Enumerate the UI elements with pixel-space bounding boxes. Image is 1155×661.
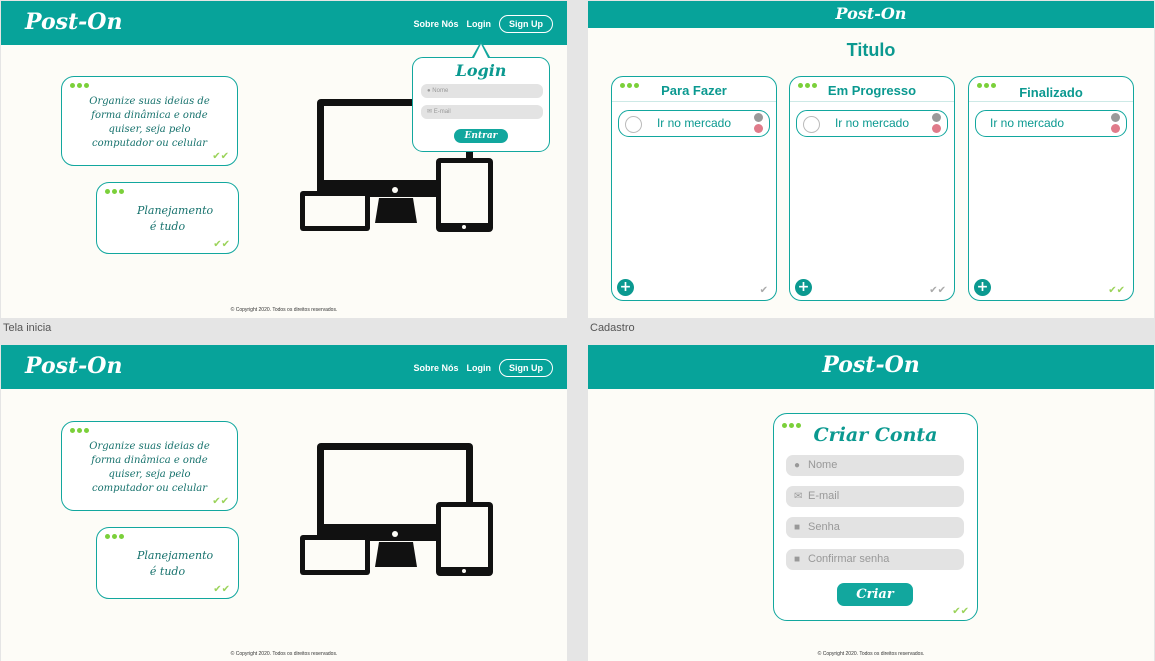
info-card: Organize suas ideias de forma dinâmica e… — [61, 421, 238, 511]
add-task-button[interactable]: + — [795, 279, 812, 296]
task-text: Ir no mercado — [990, 116, 1065, 130]
name-field[interactable]: ● Nome — [786, 455, 964, 476]
login-email-input[interactable]: ✉ E-mail — [421, 105, 543, 119]
nav-login-link[interactable]: Login — [467, 363, 492, 373]
popup-pointer-inner — [474, 44, 488, 58]
devices-illustration — [300, 443, 493, 576]
mail-icon: ✉ — [794, 491, 803, 502]
header: Post-On Sobre Nós Login Sign Up — [1, 1, 567, 45]
column-todo: Para Fazer Ir no mercado + ✔ — [611, 76, 777, 301]
column-done: Finalizado Ir no mercado + ✔✔ — [968, 76, 1134, 301]
check-icon: ✔✔ — [929, 285, 946, 296]
dots-icon — [105, 534, 124, 539]
status-dot-icon[interactable] — [1111, 124, 1120, 133]
copyright: © Copyright 2020. Todos os direitos rese… — [817, 651, 925, 657]
info-card-text: Organize suas ideias de forma dinâmica e… — [89, 96, 210, 149]
info-card-text: Planejamento é tudo — [137, 204, 214, 233]
copyright: © Copyright 2020. Todos os direitos rese… — [230, 651, 338, 657]
frame-label-signup: Cadastro — [590, 322, 635, 334]
confirm-password-field[interactable]: ■ Confirmar senha — [786, 549, 964, 570]
dots-icon — [105, 189, 124, 194]
logo[interactable]: Post-On — [588, 352, 1154, 378]
column-in-progress: Em Progresso Ir no mercado + ✔✔ — [789, 76, 955, 301]
check-icon: ✔✔ — [212, 496, 229, 507]
user-icon: ● — [794, 460, 801, 471]
task-text: Ir no mercado — [834, 116, 910, 130]
frame-label-home: Tela inicia — [3, 322, 52, 334]
nav-about-link[interactable]: Sobre Nós — [413, 19, 458, 29]
nav-login-link[interactable]: Login — [467, 19, 492, 29]
task-text: Ir no mercado — [656, 116, 732, 130]
status-dot-icon[interactable] — [932, 113, 941, 122]
lock-icon: ■ — [794, 554, 801, 565]
add-task-button[interactable]: + — [974, 279, 991, 296]
check-icon: ✔ — [759, 285, 768, 296]
info-card-text: Planejamento é tudo — [137, 549, 214, 578]
column-title: Para Fazer — [661, 83, 727, 98]
logo[interactable]: Post-On — [588, 4, 1154, 23]
signup-button[interactable]: Sign Up — [499, 359, 553, 377]
header: Post-On Sobre Nós Login Sign Up — [1, 345, 567, 389]
logo[interactable]: Post-On — [25, 353, 122, 379]
info-card: Planejamento é tudo ✔✔ — [96, 527, 239, 599]
create-account-button[interactable]: Criar — [837, 583, 913, 606]
login-name-input[interactable]: ● Nome — [421, 84, 543, 98]
frame-create-account: Post-On Criar Conta ● Nome ✉ E-mail ■ Senha… — [588, 345, 1154, 661]
status-dot-icon[interactable] — [754, 113, 763, 122]
create-account-card: Criar Conta ● Nome ✉ E-mail ■ Senha ■ Confir… — [773, 413, 978, 621]
nav-menu: Sobre Nós Login Sign Up — [413, 359, 553, 377]
check-icon: ✔✔ — [213, 239, 230, 250]
header: Post-On — [588, 345, 1154, 389]
header: Post-On — [588, 1, 1154, 28]
task-card[interactable]: Ir no mercado — [618, 110, 770, 137]
column-title: Em Progresso — [827, 83, 917, 98]
login-submit-button[interactable]: Entrar — [454, 129, 508, 143]
frame-home-login: Post-On Sobre Nós Login Sign Up Organize… — [1, 1, 567, 318]
mail-icon: ✉ — [427, 109, 434, 115]
password-field[interactable]: ■ Senha — [786, 517, 964, 538]
check-icon: ✔✔ — [952, 606, 969, 617]
logo[interactable]: Post-On — [25, 9, 122, 35]
add-task-button[interactable]: + — [617, 279, 634, 296]
email-field[interactable]: ✉ E-mail — [786, 486, 964, 507]
nav-menu: Sobre Nós Login Sign Up — [413, 15, 553, 33]
login-popup-title: Login — [455, 61, 507, 80]
status-dot-icon[interactable] — [932, 124, 941, 133]
status-dot-icon[interactable] — [754, 124, 763, 133]
info-card-text: Organize suas ideias de forma dinâmica e… — [89, 441, 210, 494]
check-icon: ✔✔ — [213, 584, 230, 595]
column-title: Finalizado — [1019, 85, 1083, 100]
info-card: Organize suas ideias de forma dinâmica e… — [61, 76, 238, 166]
frame-board: Post-On Titulo Para Fazer Ir no mercado … — [588, 1, 1154, 318]
signup-button[interactable]: Sign Up — [499, 15, 553, 33]
status-dot-icon[interactable] — [1111, 113, 1120, 122]
check-icon: ✔✔ — [212, 151, 229, 162]
dots-icon — [70, 428, 89, 433]
nav-about-link[interactable]: Sobre Nós — [413, 363, 458, 373]
board-title: Titulo — [846, 40, 896, 60]
dots-icon — [70, 83, 89, 88]
copyright: © Copyright 2020. Todos os direitos rese… — [230, 307, 338, 313]
info-card: Planejamento é tudo ✔✔ — [96, 182, 239, 254]
login-popup: Login ● Nome ✉ E-mail Entrar — [412, 57, 550, 152]
check-icon: ✔✔ — [1108, 285, 1125, 296]
task-card[interactable]: Ir no mercado — [796, 110, 948, 137]
frame-home: Post-On Sobre Nós Login Sign Up Organize… — [1, 345, 567, 661]
lock-icon: ■ — [794, 522, 801, 533]
create-account-title: Criar Conta — [813, 424, 938, 446]
task-card[interactable]: Ir no mercado — [975, 110, 1127, 137]
